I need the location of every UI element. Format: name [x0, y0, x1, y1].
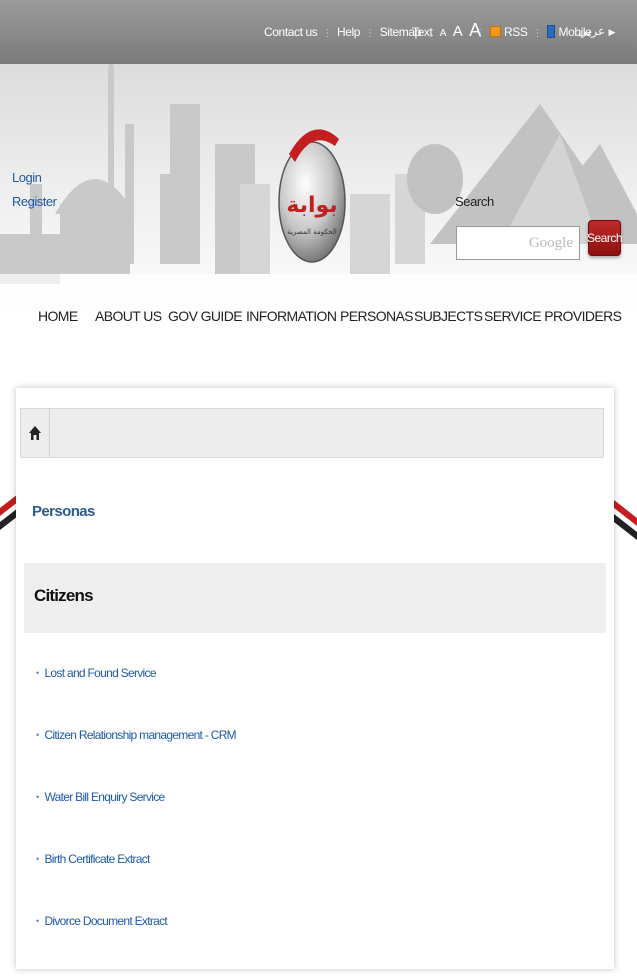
home-icon [29, 426, 41, 440]
breadcrumb [20, 408, 604, 458]
mobile-icon [547, 25, 556, 38]
logo-subtext: الحكومة المصرية [287, 228, 337, 236]
search-placeholder: Google [528, 235, 573, 251]
search-input[interactable]: Google [456, 226, 580, 260]
account-links: Login Register [12, 166, 57, 214]
site-header: Login Register بوابة الحكومة المصرية Sea… [0, 64, 637, 384]
contact-us-link[interactable]: Contact us [264, 25, 318, 39]
separator: ⋮ [322, 28, 332, 39]
service-list: • Lost and Found Service • Citizen Relatio… [36, 666, 237, 976]
service-item[interactable]: • Birth Certificate Extract [36, 852, 236, 914]
text-size-medium[interactable]: A [453, 23, 463, 40]
help-link[interactable]: Help [337, 25, 360, 39]
arabic-language-link[interactable]: عربي ▶ [578, 24, 615, 38]
bullet-icon: • [36, 916, 39, 926]
nav-item-service-providers[interactable]: SERVICE PROVIDERS [484, 308, 622, 324]
service-item[interactable]: • Divorce Document Extract [36, 914, 236, 976]
egypt-gov-portal-logo[interactable]: بوابة الحكومة المصرية [277, 94, 347, 264]
service-link: Lost and Found Service [44, 666, 156, 680]
nav-item-personas[interactable]: PERSONAS [340, 308, 414, 324]
service-link: Citizen Relationship management - CRM [44, 728, 236, 742]
logo-text: بوابة [286, 193, 337, 218]
bullet-icon: • [36, 792, 39, 802]
login-link[interactable]: Login [12, 166, 56, 190]
service-link: Birth Certificate Extract [44, 852, 150, 866]
nav-item-about-us[interactable]: ABOUT US [95, 308, 162, 324]
text-size-small[interactable]: A [440, 28, 447, 39]
service-link: Water Bill Enquiry Service [44, 790, 165, 804]
bullet-icon: • [36, 854, 39, 864]
content-panel: Personas Citizens • Lost and Found Servic… [16, 388, 614, 969]
rss-link[interactable]: RSS [504, 25, 528, 39]
search-button[interactable]: Search [587, 220, 623, 256]
arabic-label: عربي [578, 24, 606, 38]
nav-item-subjects[interactable]: SUBJECTS [414, 308, 483, 324]
separator: ⋮ [475, 28, 485, 39]
register-link[interactable]: Register [12, 190, 57, 214]
nav-item-home[interactable]: HOME [38, 308, 78, 324]
breadcrumb-home[interactable] [21, 409, 50, 457]
feed-links: ⋮ RSS ⋮ Mobile [470, 25, 592, 39]
personas-link[interactable]: Personas [32, 503, 95, 520]
top-utility-bar: Contact us ⋮ Help ⋮ Sitemap ⋮ Text A A A ⋮ RSS… [0, 0, 637, 64]
nav-item-gov-guide[interactable]: GOV GUIDE [168, 308, 243, 324]
flag-stripe-right [614, 500, 637, 540]
main-navigation: HOME ABOUT US GOV GUIDE INFORMATION PERS… [0, 282, 637, 348]
play-arrow-icon: ▶ [608, 27, 616, 37]
service-item[interactable]: • Citizen Relationship management - CRM [36, 728, 237, 790]
bullet-icon: • [36, 668, 39, 678]
rss-icon [490, 26, 501, 37]
section-title: Citizens [34, 586, 94, 605]
service-item[interactable]: • Water Bill Enquiry Service [36, 790, 236, 852]
text-size-label: Text [412, 25, 433, 39]
separator: ⋮ [532, 28, 543, 39]
bullet-icon: • [36, 730, 39, 740]
service-item[interactable]: • Lost and Found Service [36, 666, 236, 728]
separator: ⋮ [365, 28, 375, 39]
nav-item-information[interactable]: INFORMATION [246, 308, 337, 324]
service-link: Divorce Document Extract [44, 914, 168, 928]
search-label: Search [455, 194, 494, 209]
section-header: Citizens [24, 563, 606, 633]
